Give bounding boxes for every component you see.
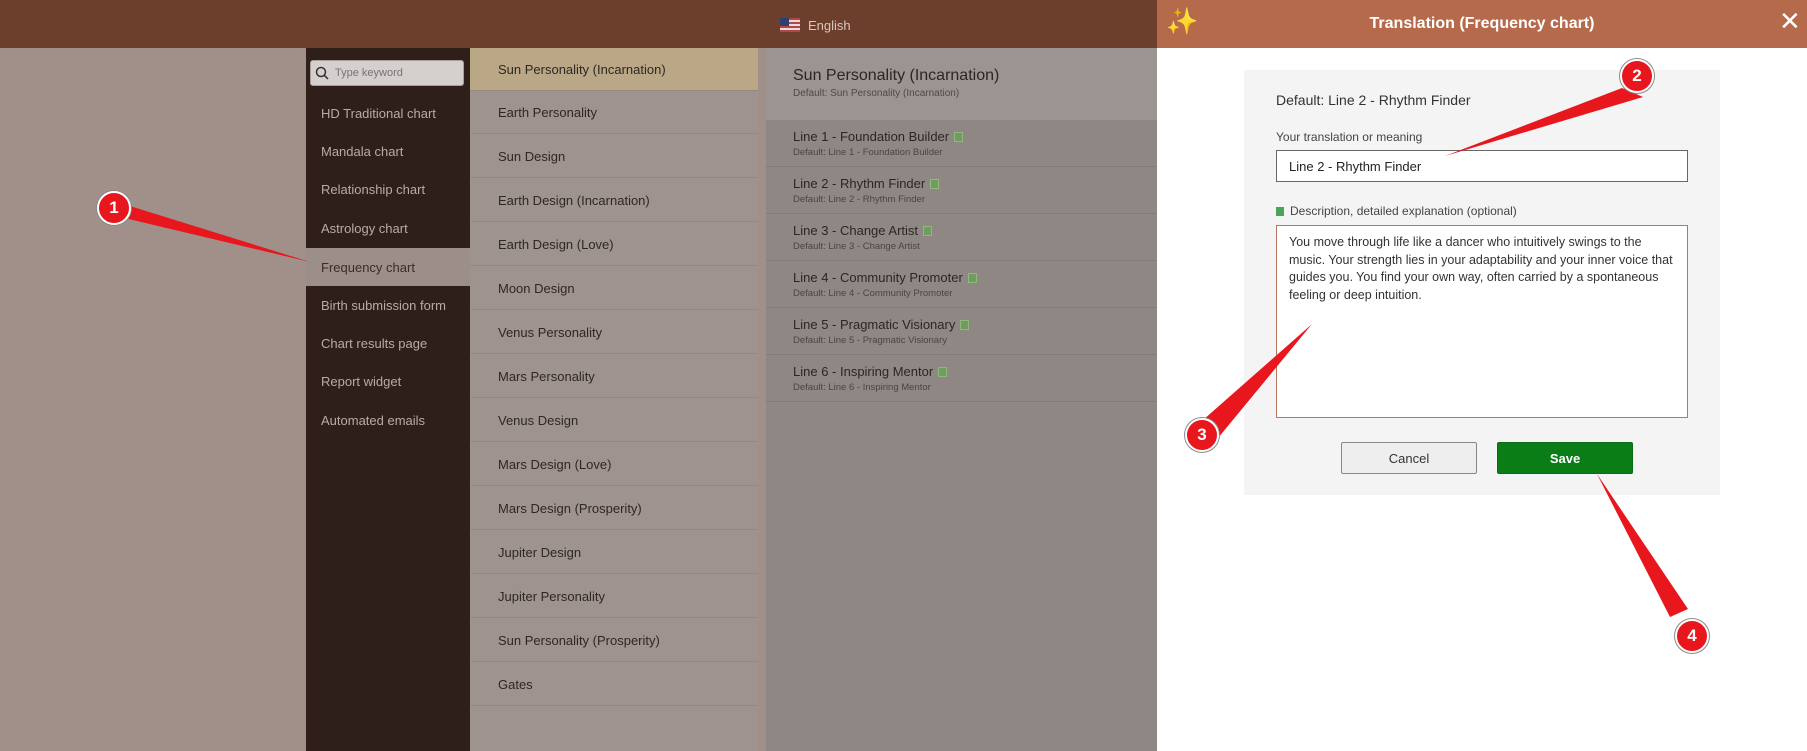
list-item-label: Earth Personality <box>498 104 597 120</box>
list-item[interactable]: Venus Design <box>470 399 758 442</box>
sidebar-item-frequency[interactable]: Frequency chart <box>306 248 470 286</box>
us-flag-icon <box>780 18 800 32</box>
sidebar-item-relationship[interactable]: Relationship chart <box>306 171 470 207</box>
default-text: Default: Line 2 - Rhythm Finder <box>1276 92 1471 108</box>
arrow-1 <box>104 198 310 262</box>
list-item[interactable]: Earth Personality <box>470 91 758 134</box>
sidebar-item-astrology[interactable]: Astrology chart <box>306 210 470 246</box>
sidebar-item-hd-traditional[interactable]: HD Traditional chart <box>306 95 470 131</box>
list-item[interactable]: Mars Personality <box>470 355 758 398</box>
line-default: Default: Line 6 - Inspiring Mentor <box>793 382 931 393</box>
list-item-label: Earth Design (Love) <box>498 236 614 252</box>
list-item[interactable]: Jupiter Personality <box>470 575 758 618</box>
annotation-badge-2: 2 <box>1620 59 1654 93</box>
list-item-label: Earth Design (Incarnation) <box>498 192 650 208</box>
list-item-label: Mars Personality <box>498 368 595 384</box>
list-item[interactable]: Sun Personality (Incarnation) <box>470 48 758 91</box>
table-row[interactable]: Line 5 - Pragmatic Visionary Default: Li… <box>766 308 1157 355</box>
line-default: Default: Line 2 - Rhythm Finder <box>793 194 926 205</box>
list-item-label: Venus Personality <box>498 324 603 340</box>
line-default: Default: Line 3 - Change Artist <box>793 241 920 252</box>
doc-icon <box>954 131 964 142</box>
cancel-button[interactable]: Cancel <box>1341 442 1477 474</box>
detail-title: Sun Personality (Incarnation) <box>793 67 1000 84</box>
search-icon <box>315 66 329 80</box>
sidebar-item-label: HD Traditional chart <box>321 105 436 121</box>
list-item-label: Gates <box>498 676 533 692</box>
doc-icon <box>923 225 933 236</box>
line-title: Line 3 - Change Artist <box>793 223 919 238</box>
line-default: Default: Line 5 - Pragmatic Visionary <box>793 335 948 346</box>
sidebar-item-mandala[interactable]: Mandala chart <box>306 133 470 169</box>
list-item-label: Mars Design (Love) <box>498 456 612 472</box>
top-bar <box>0 0 1157 48</box>
search-box[interactable] <box>310 60 464 86</box>
table-row[interactable]: Line 1 - Foundation Builder Default: Lin… <box>766 120 1157 167</box>
description-label: Description, detailed explanation (optio… <box>1290 204 1517 218</box>
table-row[interactable]: Line 2 - Rhythm Finder Default: Line 2 -… <box>766 167 1157 214</box>
description-textarea[interactable]: You move through life like a dancer who … <box>1276 225 1688 418</box>
list-item[interactable]: Earth Design (Love) <box>470 223 758 266</box>
sidebar-item-label: Report widget <box>321 373 402 389</box>
sidebar-item-label: Automated emails <box>321 412 426 428</box>
list-item[interactable]: Venus Personality <box>470 311 758 354</box>
language-selector[interactable]: English <box>780 16 851 34</box>
save-button[interactable]: Save <box>1497 442 1633 474</box>
sidebar-item-label: Chart results page <box>321 335 428 351</box>
sidebar-item-label: Astrology chart <box>321 220 408 236</box>
line-title: Line 4 - Community Promoter <box>793 270 963 285</box>
line-default: Default: Line 1 - Foundation Builder <box>793 147 943 158</box>
list-item-label: Venus Design <box>498 412 579 428</box>
language-label: English <box>808 17 851 33</box>
list-item[interactable]: Mars Design (Prosperity) <box>470 487 758 530</box>
table-row[interactable]: Line 4 - Community Promoter Default: Lin… <box>766 261 1157 308</box>
close-icon[interactable]: ✕ <box>1779 8 1801 34</box>
translation-input[interactable] <box>1276 150 1688 182</box>
detail-default: Default: Sun Personality (Incarnation) <box>793 88 960 99</box>
sidebar-item-label: Mandala chart <box>321 143 404 159</box>
doc-icon <box>960 319 970 330</box>
sidebar-item-label: Birth submission form <box>321 297 446 313</box>
sidebar-item-report-widget[interactable]: Report widget <box>306 363 470 399</box>
annotation-badge-3: 3 <box>1185 418 1219 452</box>
table-row[interactable]: Line 3 - Change Artist Default: Line 3 -… <box>766 214 1157 261</box>
list-item[interactable]: Sun Personality (Prosperity) <box>470 619 758 662</box>
panel-title: Translation (Frequency chart) <box>1369 15 1595 32</box>
line-title: Line 6 - Inspiring Mentor <box>793 364 934 379</box>
list-item[interactable]: Jupiter Design <box>470 531 758 574</box>
list-item-label: Jupiter Personality <box>498 588 605 604</box>
list-item-label: Jupiter Design <box>498 544 582 560</box>
doc-icon <box>1276 206 1284 216</box>
list-item-label: Sun Personality (Incarnation) <box>498 61 666 77</box>
list-item-label: Sun Personality (Prosperity) <box>498 632 660 648</box>
sidebar-item-label: Relationship chart <box>321 181 426 197</box>
line-title: Line 5 - Pragmatic Visionary <box>793 317 956 332</box>
list-item[interactable]: Moon Design <box>470 267 758 310</box>
annotation-badge-4: 4 <box>1675 619 1709 653</box>
annotation-badge-1: 1 <box>97 191 131 225</box>
table-row[interactable]: Line 6 - Inspiring Mentor Default: Line … <box>766 355 1157 402</box>
line-title: Line 2 - Rhythm Finder <box>793 176 926 191</box>
doc-icon <box>930 178 940 189</box>
doc-icon <box>967 272 977 283</box>
list-item[interactable]: Sun Design <box>470 135 758 178</box>
list-item[interactable]: Gates <box>470 663 758 706</box>
translation-label: Your translation or meaning <box>1276 130 1423 144</box>
sidebar-item-chart-results[interactable]: Chart results page <box>306 325 470 361</box>
list-item[interactable]: Mars Design (Love) <box>470 443 758 486</box>
line-title: Line 1 - Foundation Builder <box>793 129 950 144</box>
list-item[interactable]: Earth Design (Incarnation) <box>470 179 758 222</box>
description-label-row: Description, detailed explanation (optio… <box>1276 204 1517 218</box>
sidebar-item-birth-form[interactable]: Birth submission form <box>306 287 470 323</box>
sidebar-item-automated-emails[interactable]: Automated emails <box>306 402 470 438</box>
list-item-label: Mars Design (Prosperity) <box>498 500 642 516</box>
doc-icon <box>938 366 948 377</box>
list-item-label: Sun Design <box>498 148 566 164</box>
search-input[interactable] <box>333 66 457 80</box>
line-default: Default: Line 4 - Community Promoter <box>793 288 953 299</box>
sidebar-item-label: Frequency chart <box>321 259 415 275</box>
list-item-label: Moon Design <box>498 280 575 296</box>
